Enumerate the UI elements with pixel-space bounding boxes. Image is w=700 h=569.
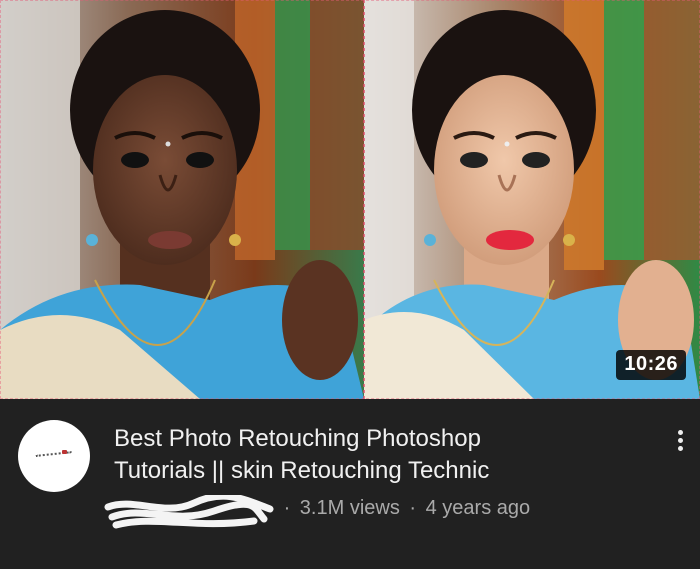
video-subtitle: · 3.1M views · 4 years ago	[104, 495, 531, 529]
video-duration-badge: 10:26	[616, 350, 686, 380]
menu-dot	[677, 430, 683, 435]
avatar-logo-dot	[62, 450, 67, 454]
video-card[interactable]: 10:26 Best Photo Retouching Photoshop Tu…	[0, 0, 700, 569]
menu-dot	[677, 446, 683, 451]
thumbnail-divider	[363, 0, 365, 399]
thumbnail-after-image	[364, 0, 700, 399]
video-meta: Best Photo Retouching Photoshop Tutorial…	[0, 399, 700, 569]
channel-name-link[interactable]	[104, 495, 274, 529]
video-thumbnail[interactable]: 10:26	[0, 0, 700, 399]
meta-separator: ·	[409, 497, 417, 519]
thumbnail-before-image	[0, 0, 364, 399]
video-title-line-1: Best Photo Retouching Photoshop	[114, 425, 481, 452]
video-title-line-2: Tutorials || skin Retouching Technic	[114, 457, 490, 484]
upload-age: 4 years ago	[425, 497, 531, 519]
channel-avatar[interactable]	[18, 420, 90, 492]
video-title[interactable]: Best Photo Retouching Photoshop Tutorial…	[114, 423, 634, 487]
view-count: 3.1M views	[299, 497, 400, 519]
redaction-scribble	[104, 495, 274, 529]
menu-dot	[677, 438, 683, 443]
meta-separator: ·	[283, 497, 291, 519]
kebab-menu-icon[interactable]	[668, 427, 692, 457]
